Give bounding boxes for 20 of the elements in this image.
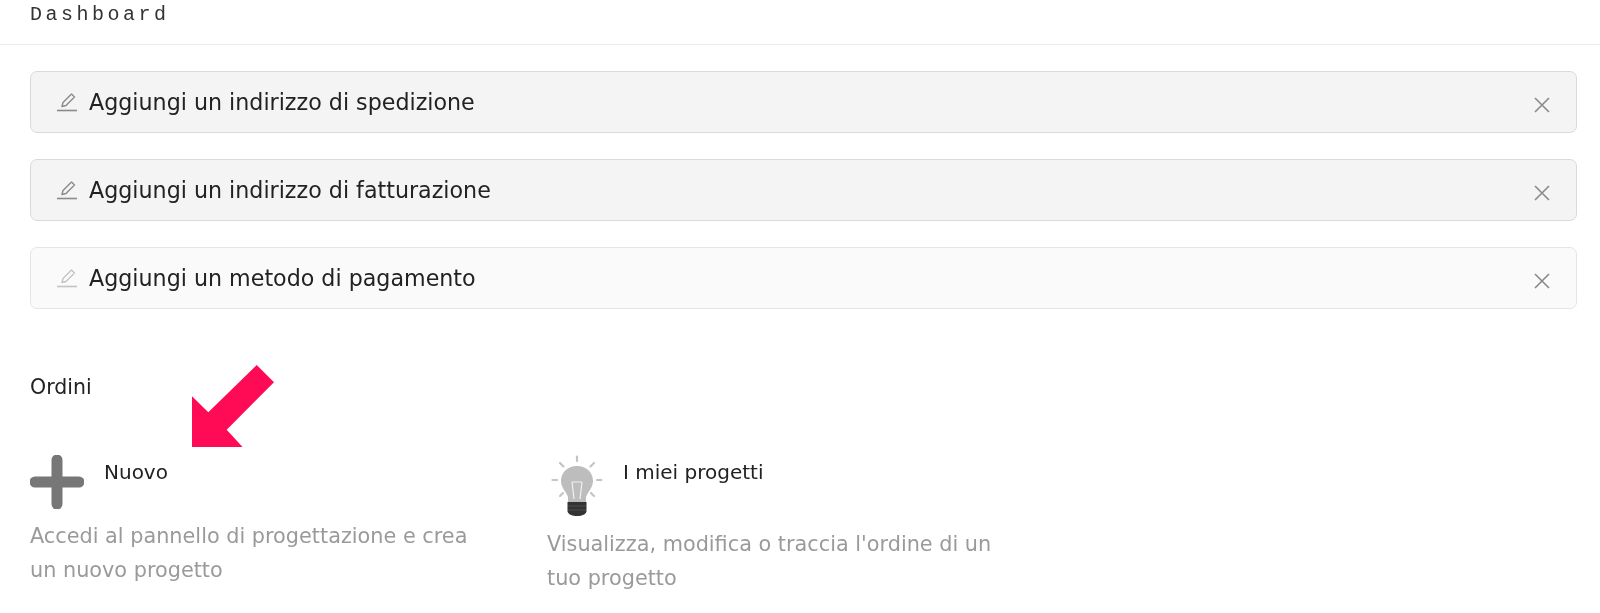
notice-bar[interactable]: Aggiungi un metodo di pagamento bbox=[30, 247, 1577, 309]
card-title[interactable]: I miei progetti bbox=[623, 455, 764, 487]
notice-bar[interactable]: Aggiungi un indirizzo di fatturazione bbox=[30, 159, 1577, 221]
notice-bar[interactable]: Aggiungi un indirizzo di spedizione bbox=[30, 71, 1577, 133]
notice-text: Aggiungi un indirizzo di spedizione bbox=[89, 89, 476, 115]
close-icon bbox=[1534, 273, 1550, 289]
notice-text: Aggiungi un indirizzo di fatturazione bbox=[89, 177, 492, 203]
lightbulb-icon[interactable] bbox=[551, 455, 603, 517]
page-title: Dashboard bbox=[30, 4, 170, 26]
section-heading: Ordini bbox=[30, 374, 92, 401]
pencil-icon bbox=[56, 180, 78, 200]
card-title[interactable]: Nuovo bbox=[104, 455, 168, 487]
close-icon bbox=[1534, 97, 1550, 113]
notice-text: Aggiungi un metodo di pagamento bbox=[89, 265, 477, 291]
close-icon bbox=[1534, 185, 1550, 201]
pencil-icon bbox=[56, 92, 78, 112]
card-description: Accedi al pannello di progettazione e crea un nuovo progetto bbox=[30, 523, 469, 584]
plus-icon[interactable] bbox=[30, 455, 84, 509]
card-description: Visualizza, modifica o traccia l'ordine di un tuo progetto bbox=[547, 531, 993, 592]
pencil-icon bbox=[56, 268, 78, 288]
